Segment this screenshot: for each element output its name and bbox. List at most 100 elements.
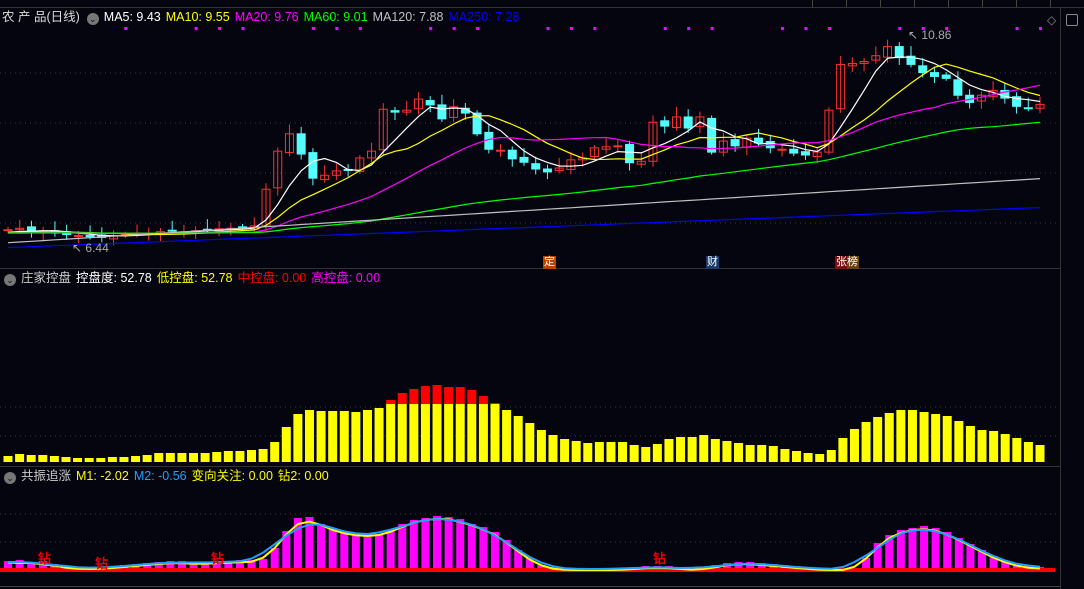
high-control-bar — [478, 396, 488, 404]
control-bar — [131, 456, 141, 462]
control-bar — [803, 453, 813, 462]
signal-zhangbang[interactable]: 张榜 — [835, 256, 859, 269]
control-bar — [212, 452, 222, 462]
control-bar — [571, 441, 581, 462]
control-bar — [896, 410, 906, 462]
chevron-down-icon[interactable]: ⌄ — [4, 472, 16, 484]
resonance-bar — [340, 532, 349, 568]
control-bar — [710, 439, 720, 462]
candle-down — [85, 235, 95, 238]
control-bar — [165, 453, 175, 462]
control-bar — [1035, 445, 1045, 462]
legend-value: MA5: 9.43 — [103, 10, 161, 24]
legend-value: MA120: 7.88 — [372, 10, 444, 24]
control-bar — [734, 443, 744, 462]
control-bar — [200, 453, 210, 462]
ma5-line — [7, 56, 1041, 237]
resonance-bar — [943, 532, 952, 568]
control-bar — [931, 414, 941, 462]
control-bar — [270, 442, 280, 462]
control-bar — [791, 451, 801, 462]
control-bar — [606, 442, 616, 462]
candle-down — [625, 143, 635, 164]
control-bar — [849, 429, 859, 462]
legend-value: 高控盘: 0.00 — [311, 271, 381, 285]
candle-up — [73, 235, 83, 238]
control-bar — [687, 437, 697, 462]
control-bar — [629, 445, 639, 462]
signal-dot — [1039, 27, 1042, 30]
diamond-icon[interactable]: ◇ — [1047, 13, 1056, 27]
control-bar — [432, 404, 442, 462]
control-bar — [965, 426, 975, 462]
candle-down — [894, 46, 904, 59]
high-control-bar — [386, 400, 396, 404]
chevron-down-icon[interactable]: ⌄ — [86, 13, 99, 25]
control-bar — [247, 450, 257, 462]
legend-value: MA10: 9.55 — [165, 10, 230, 24]
legend-value: M1: -2.02 — [76, 469, 129, 483]
signal-cai[interactable]: 财 — [706, 256, 719, 269]
panel-divider — [0, 268, 1060, 269]
control-bar — [826, 450, 836, 462]
legend-value: 中控盘: 0.00 — [237, 271, 307, 285]
control-bar — [548, 435, 558, 462]
resonance-legend: ⌄ 共振追涨 M1: -2.02 M2: -0.56 变向关注: 0.00 钻2: 0.0… — [2, 468, 339, 484]
legend-value: MA20: 9.76 — [234, 10, 299, 24]
signal-dot — [452, 27, 456, 30]
control-bar — [1023, 442, 1033, 462]
control-legend: ⌄ 庄家控盘 控盘度: 52.78 低控盘: 52.78 中控盘: 0.00 高控盘: 0… — [2, 270, 390, 286]
chevron-down-icon[interactable]: ⌄ — [4, 274, 16, 286]
candle-down — [730, 139, 740, 147]
legend-value: 变向关注: 0.00 — [191, 469, 273, 483]
control-bar — [374, 408, 384, 462]
control-bar — [861, 422, 871, 462]
control-bar — [235, 451, 245, 462]
signal-dot — [124, 27, 128, 30]
resonance-bar — [259, 559, 268, 568]
control-bar — [1000, 434, 1010, 462]
low-price-label: ↖ 6.44 — [72, 241, 109, 255]
control-bar — [362, 410, 372, 462]
high-control-bar — [409, 389, 419, 404]
control-bar — [757, 445, 767, 462]
control-bar — [177, 453, 187, 462]
high-control-bar — [490, 403, 500, 404]
control-bar — [444, 404, 454, 462]
control-bar — [884, 413, 894, 462]
candle-down — [542, 168, 552, 173]
control-bar — [223, 451, 233, 462]
resonance-bar — [456, 519, 465, 568]
resonance-bar — [444, 517, 453, 568]
signal-dot — [429, 27, 433, 30]
control-bar — [490, 404, 500, 462]
resonance-bar — [351, 534, 360, 568]
control-bar — [502, 410, 512, 462]
control-bar — [873, 417, 883, 462]
kline-chart[interactable] — [0, 0, 1060, 589]
control-bar — [664, 439, 674, 462]
candle-down — [437, 104, 447, 120]
panel-toggle-icon[interactable] — [1066, 14, 1078, 26]
candle-down — [531, 163, 541, 170]
legend-value: MA250: 7.28 — [448, 10, 520, 24]
control-bar — [722, 441, 732, 462]
signal-dot — [687, 27, 691, 30]
high-price-label: ↖ 10.86 — [908, 28, 952, 42]
zuan-marker: 钻 — [211, 551, 225, 566]
control-bar — [676, 437, 686, 462]
control-bar — [304, 410, 314, 462]
legend-value: 低控盘: 52.78 — [156, 271, 233, 285]
signal-dot — [476, 27, 480, 30]
legend-value: M2: -0.56 — [133, 469, 187, 483]
control-bar — [397, 404, 407, 462]
signal-ding[interactable]: 定 — [543, 256, 556, 269]
candle-down — [308, 152, 318, 179]
signal-dot — [569, 27, 573, 30]
candle-down — [953, 79, 963, 96]
control-bar — [119, 457, 129, 462]
control-bar — [61, 457, 71, 462]
resonance-bar — [421, 518, 430, 568]
signal-dot — [358, 27, 362, 30]
candle-up — [613, 145, 623, 148]
